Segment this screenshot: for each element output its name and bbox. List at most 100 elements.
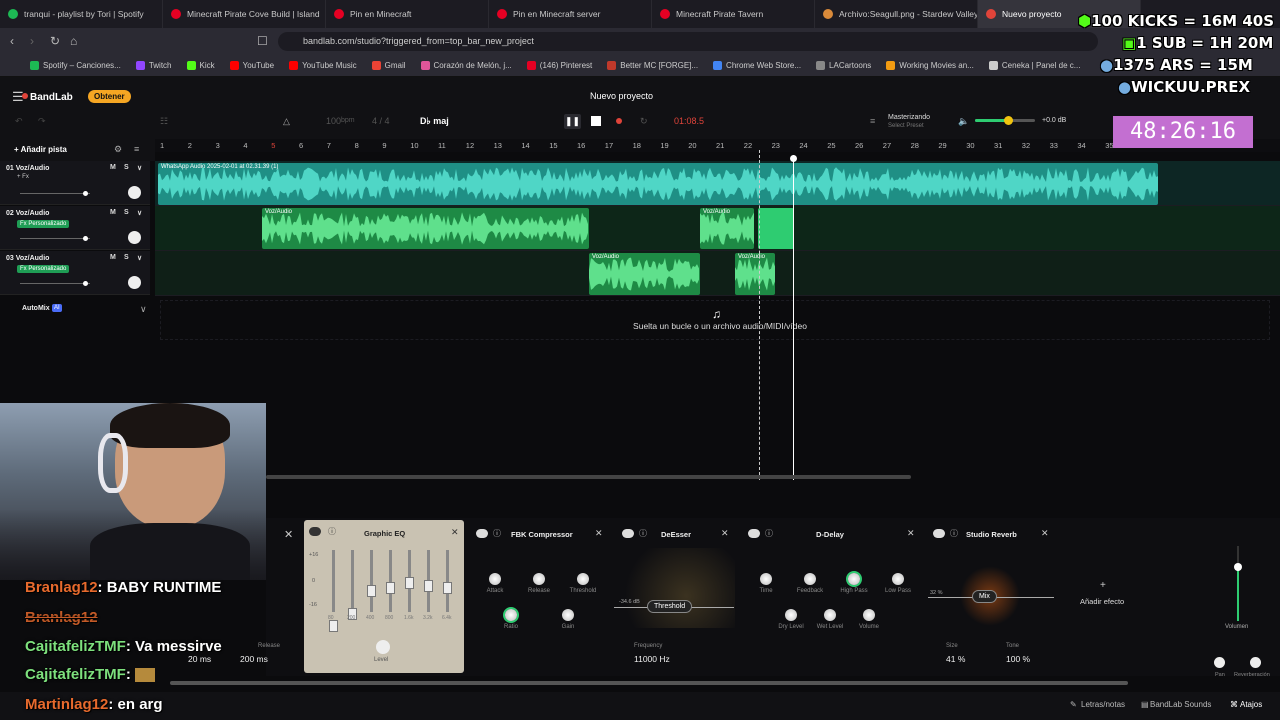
track-2-fx-badge[interactable]: Fx Personalizado — [17, 220, 70, 228]
browser-tab[interactable]: tranqui - playlist by Tori | Spotify — [0, 0, 163, 28]
reverb-size-value[interactable]: 41 % — [946, 654, 965, 664]
pause-button[interactable]: ❚❚ — [564, 114, 581, 129]
playhead[interactable] — [793, 155, 794, 480]
track-2-mute[interactable]: M — [110, 209, 116, 216]
redo-icon[interactable]: ↷ — [38, 116, 46, 130]
bookmark-item[interactable]: Chrome Web Store... — [713, 61, 801, 70]
bookmark-item[interactable]: Twitch — [135, 61, 172, 70]
track-1-solo[interactable]: S — [124, 164, 129, 171]
volume-fader-handle[interactable] — [1234, 563, 1242, 571]
eq-close-icon[interactable]: ✕ — [451, 527, 459, 538]
browser-tab[interactable]: Minecraft Pirate Tavern — [652, 0, 815, 28]
timeline-scrollbar[interactable] — [266, 475, 911, 479]
compressor-knob[interactable] — [533, 573, 545, 585]
reload-icon[interactable]: ↻ — [50, 34, 60, 48]
track-1-pan-knob[interactable] — [128, 186, 141, 199]
master-volume-slider[interactable] — [975, 116, 1035, 125]
home-icon[interactable]: ⌂ — [70, 34, 77, 48]
effects-scrollbar[interactable] — [170, 681, 1128, 685]
speaker-icon[interactable]: 🔈 — [958, 116, 969, 130]
deesser-toggle[interactable] — [622, 529, 634, 538]
bookmark-item[interactable]: Gmail — [371, 61, 406, 70]
lane-2[interactable]: Voz/Audio Voz/Audio — [155, 206, 1280, 251]
lyrics-button[interactable]: Letras/notas — [1081, 700, 1125, 709]
reverb-send-knob[interactable] — [1250, 657, 1261, 668]
bookmark-item[interactable]: Ceneka | Panel de c... — [988, 61, 1080, 70]
eq-band-slider[interactable] — [367, 550, 376, 612]
delay-close-icon[interactable]: ✕ — [907, 528, 915, 539]
eq-band-slider[interactable] — [329, 550, 338, 632]
add-effect-button[interactable]: Añadir efecto — [1080, 597, 1124, 606]
playhead-handle[interactable] — [790, 155, 797, 162]
eq-band-slider[interactable] — [424, 550, 433, 612]
track-3-mute[interactable]: M — [110, 254, 116, 261]
track-3-expand-icon[interactable]: ∨ — [137, 254, 142, 262]
delay-knob[interactable] — [863, 609, 875, 621]
track-2-pan-knob[interactable] — [128, 231, 141, 244]
reverb-toggle[interactable] — [933, 529, 945, 538]
eq-level-knob[interactable] — [376, 640, 390, 654]
stop-button[interactable] — [591, 116, 601, 126]
info-icon[interactable]: ⓘ — [765, 528, 773, 539]
track-1-mute[interactable]: M — [110, 164, 116, 171]
forward-icon[interactable]: › — [30, 34, 34, 48]
track-3-pan-knob[interactable] — [128, 276, 141, 289]
key-selector[interactable]: D♭ maj — [420, 116, 449, 130]
compressor-knob[interactable] — [489, 573, 501, 585]
deesser-close-icon[interactable]: ✕ — [721, 528, 729, 539]
lane-3[interactable]: Voz/Audio Voz/Audio — [155, 251, 1280, 296]
url-field[interactable]: bandlab.com/studio?triggered_from=top_ba… — [278, 32, 1098, 51]
automix-row[interactable]: AutoMix AI ∨ — [0, 298, 150, 318]
clip-whatsapp-audio[interactable]: WhatsApp Audio 2025-02-01 at 02.31.39 (1… — [158, 163, 1158, 205]
eq-band-slider[interactable] — [405, 550, 414, 612]
info-icon[interactable]: ⓘ — [950, 528, 958, 539]
delay-knob[interactable] — [785, 609, 797, 621]
compressor-close-icon[interactable]: ✕ — [595, 528, 603, 539]
record-button[interactable] — [616, 118, 622, 124]
clip-voz-1[interactable]: Voz/Audio — [262, 208, 589, 249]
delay-knob[interactable] — [804, 573, 816, 585]
track-2[interactable]: 02 Voz/Audio Fx Personalizado M S ∨ — [0, 206, 150, 250]
track-3[interactable]: 03 Voz/Audio Fx Personalizado M S ∨ — [0, 251, 150, 295]
info-icon[interactable]: ⓘ — [639, 528, 647, 539]
track-1-fx[interactable]: + Fx — [17, 174, 29, 180]
info-icon[interactable]: ⓘ — [328, 526, 336, 537]
get-button[interactable]: Obtener — [88, 90, 131, 103]
eq-band-handle[interactable] — [424, 580, 433, 592]
mastering-preset[interactable]: Select Preset — [888, 123, 924, 129]
track-1-expand-icon[interactable]: ∨ — [137, 164, 142, 172]
undo-icon[interactable]: ↶ — [15, 116, 23, 130]
delay-knob[interactable] — [848, 573, 860, 585]
browser-tab[interactable]: Minecraft Pirate Cove Build | Island — [163, 0, 326, 28]
info-icon[interactable]: ⓘ — [493, 528, 501, 539]
bookmark-item[interactable]: (146) Pinterest — [526, 61, 592, 70]
compressor-knob[interactable] — [562, 609, 574, 621]
browser-tab[interactable]: Pin en Minecraft — [326, 0, 489, 28]
bpm-value[interactable]: 100 — [326, 116, 341, 130]
eq-band-slider[interactable] — [348, 550, 357, 620]
bookmark-item[interactable]: YouTube Music — [289, 61, 357, 70]
clip-voz-recording[interactable] — [758, 208, 794, 249]
bookmark-item[interactable]: YouTube — [229, 61, 274, 70]
eq-band-handle[interactable] — [405, 577, 414, 589]
delay-toggle[interactable] — [748, 529, 760, 538]
eq-band-slider[interactable] — [443, 550, 452, 612]
eq-band-slider[interactable] — [386, 550, 395, 612]
track-2-solo[interactable]: S — [124, 209, 129, 216]
loop-icon[interactable]: ↻ — [640, 116, 648, 130]
compressor-knob[interactable] — [577, 573, 589, 585]
bookmark-item[interactable]: LACartoons — [816, 61, 871, 70]
track-3-solo[interactable]: S — [124, 254, 129, 261]
track-1-name[interactable]: 01 Voz/Audio — [6, 165, 49, 172]
compressor-knob[interactable] — [505, 609, 517, 621]
bookmark-icon[interactable]: ☐ — [257, 34, 268, 48]
clip-voz-4[interactable]: Voz/Audio — [735, 253, 775, 295]
eq-band-handle[interactable] — [329, 620, 338, 632]
reverb-close-icon[interactable]: ✕ — [1041, 528, 1049, 539]
compressor-toggle[interactable] — [476, 529, 488, 538]
reverb-mix-handle[interactable]: Mix — [972, 590, 997, 603]
sounds-button[interactable]: BandLab Sounds — [1150, 700, 1211, 709]
reverb-tone-value[interactable]: 100 % — [1006, 654, 1030, 664]
track-3-fx-badge[interactable]: Fx Personalizado — [17, 265, 70, 273]
add-effect-icon[interactable]: + — [1100, 580, 1106, 591]
